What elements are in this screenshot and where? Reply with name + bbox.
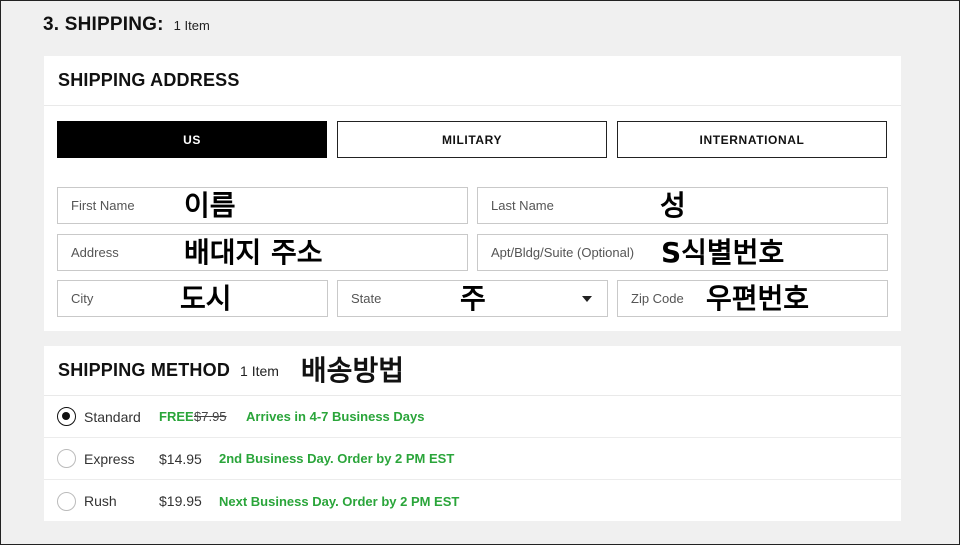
shipping-method-title: SHIPPING METHOD (58, 360, 231, 380)
last-name-field[interactable]: Last Name 성 (477, 187, 888, 224)
city-placeholder: City (71, 291, 94, 306)
state-annotation: 주 (460, 282, 486, 315)
tab-us[interactable]: US (57, 121, 327, 158)
standard-label: Standard (84, 408, 141, 425)
shipping-section-header: 3. SHIPPING: 1 Item (43, 14, 210, 40)
section-item-count: 1 Item (173, 18, 210, 33)
zip-code-annotation: 우편번호 (706, 282, 810, 315)
rush-price: $19.95 (159, 493, 202, 509)
shipping-address-title: SHIPPING ADDRESS (58, 70, 240, 90)
tab-military[interactable]: MILITARY (337, 121, 607, 158)
shipping-method-panel: SHIPPING METHOD 1 Item 배송방법 Standard FRE… (44, 346, 901, 521)
zip-code-placeholder: Zip Code (631, 291, 684, 306)
apt-placeholder: Apt/Bldg/Suite (Optional) (491, 245, 635, 260)
first-name-annotation: 이름 (184, 189, 236, 222)
city-annotation: 도시 (180, 282, 232, 315)
state-placeholder: State (351, 291, 382, 306)
shipping-address-panel: SHIPPING ADDRESS US MILITARY INTERNATION… (44, 56, 901, 331)
address-type-tabs: US MILITARY INTERNATIONAL (57, 121, 887, 158)
express-radio[interactable] (57, 449, 76, 468)
shipping-option-rush[interactable]: Rush $19.95 Next Business Day. Order by … (44, 480, 901, 522)
state-select[interactable]: State 주 (337, 280, 608, 317)
address-field[interactable]: Address 배대지 주소 (57, 234, 468, 271)
express-delivery-desc: 2nd Business Day. Order by 2 PM EST (219, 451, 455, 466)
shipping-method-count: 1 Item (240, 362, 279, 379)
apt-field[interactable]: Apt/Bldg/Suite (Optional) S식별번호 (477, 234, 888, 271)
address-annotation: 배대지 주소 (184, 236, 323, 269)
standard-old-price: $7.95 (194, 409, 227, 424)
express-label: Express (84, 450, 135, 467)
express-price: $14.95 (159, 450, 202, 467)
zip-code-field[interactable]: Zip Code 우편번호 (617, 280, 888, 317)
shipping-option-express[interactable]: Express $14.95 2nd Business Day. Order b… (44, 438, 901, 480)
standard-free-label: FREE (159, 409, 194, 424)
apt-annotation: S식별번호 (661, 236, 785, 269)
shipping-method-header: SHIPPING METHOD 1 Item 배송방법 (44, 346, 901, 396)
standard-radio[interactable] (57, 407, 76, 426)
city-field[interactable]: City 도시 (57, 280, 328, 317)
shipping-method-annotation: 배송방법 (300, 353, 404, 387)
standard-delivery-desc: Arrives in 4-7 Business Days (246, 409, 425, 424)
rush-label: Rush (84, 493, 117, 509)
chevron-down-icon (582, 296, 592, 302)
rush-radio[interactable] (57, 491, 76, 511)
tab-international[interactable]: INTERNATIONAL (617, 121, 887, 158)
section-title: 3. SHIPPING: (43, 14, 164, 35)
shipping-option-standard[interactable]: Standard FREE $7.95 Arrives in 4-7 Busin… (44, 396, 901, 438)
shipping-address-header: SHIPPING ADDRESS (44, 56, 901, 106)
last-name-annotation: 성 (660, 189, 686, 222)
last-name-placeholder: Last Name (491, 198, 554, 213)
first-name-field[interactable]: First Name 이름 (57, 187, 468, 224)
address-placeholder: Address (71, 245, 119, 260)
rush-delivery-desc: Next Business Day. Order by 2 PM EST (219, 493, 460, 509)
first-name-placeholder: First Name (71, 198, 135, 213)
